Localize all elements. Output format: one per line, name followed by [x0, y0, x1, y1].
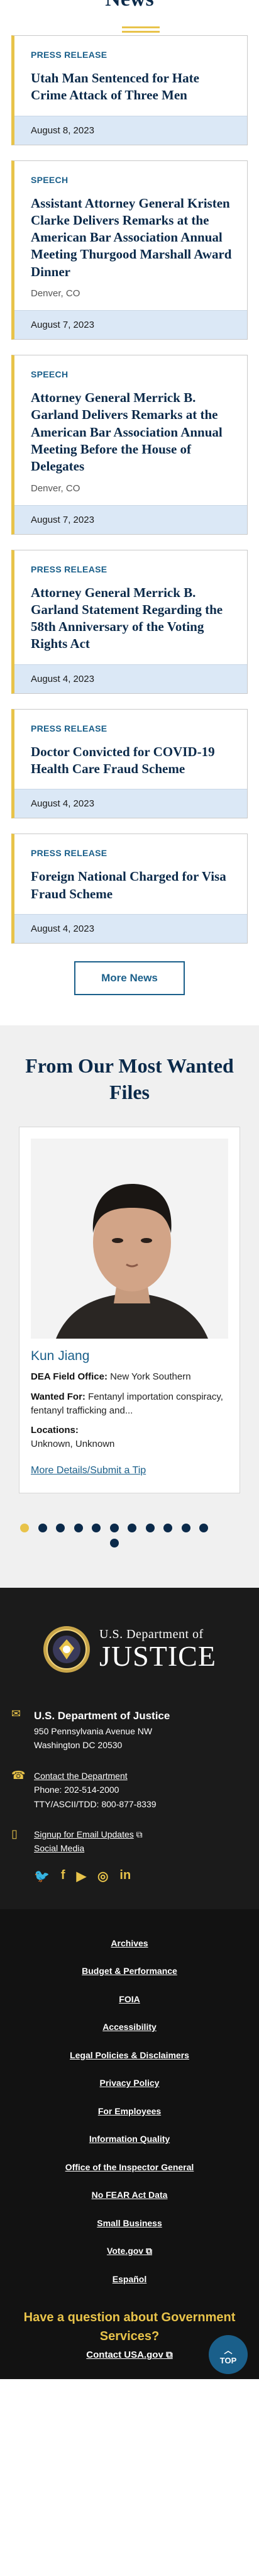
contact-department-link[interactable]: Contact the Department	[34, 1771, 128, 1781]
footer-link[interactable]: FOIA	[11, 1994, 248, 2022]
carousel-dot[interactable]	[20, 1523, 29, 1532]
news-list: PRESS RELEASE Utah Man Sentenced for Hate…	[11, 35, 248, 944]
footer-link[interactable]: Privacy Policy	[11, 2078, 248, 2106]
news-card[interactable]: PRESS RELEASE Doctor Convicted for COVID-…	[11, 708, 248, 819]
footer-link[interactable]: Accessibility	[11, 2022, 248, 2050]
footer-link[interactable]: Information Quality	[11, 2134, 248, 2162]
gold-divider	[122, 26, 160, 35]
gov-services-question: Have a question about Government Service…	[23, 2311, 236, 2344]
footer-link[interactable]: Archives	[11, 1938, 248, 1966]
chevron-up-icon: ︿	[224, 2346, 233, 2356]
news-location: Denver, CO	[31, 482, 80, 494]
news-card[interactable]: PRESS RELEASE Utah Man Sentenced for Hate…	[11, 35, 248, 145]
carousel-dot[interactable]	[199, 1523, 208, 1532]
wanted-locations: Locations: Unknown, Unknown	[31, 1425, 115, 1450]
news-date: August 4, 2023	[14, 664, 247, 693]
doj-seal-icon	[43, 1625, 91, 1673]
carousel-dot[interactable]	[109, 1523, 119, 1532]
news-card[interactable]: PRESS RELEASE Foreign National Charged fo…	[11, 834, 248, 944]
mobile-icon: ▯	[11, 1827, 18, 1841]
linkedin-icon[interactable]: in	[119, 1868, 131, 1884]
news-heading: News	[11, 0, 248, 11]
wanted-photo	[31, 1139, 228, 1339]
news-date: August 7, 2023	[14, 505, 247, 534]
news-type-label: PRESS RELEASE	[31, 723, 107, 733]
news-type-label: PRESS RELEASE	[31, 848, 107, 859]
social-media-link[interactable]: Social Media	[34, 1843, 84, 1853]
footer-links: Archives Budget & Performance FOIA Accessib…	[0, 1909, 259, 2380]
address-line-1: 950 Pennsylvania Avenue NW	[34, 1726, 153, 1737]
news-type-label: PRESS RELEASE	[31, 50, 107, 60]
footer-link[interactable]: Español	[11, 2274, 248, 2302]
phone-number: Phone: 202-514-2000	[34, 1785, 119, 1795]
back-to-top-button[interactable]: ︿ TOP	[209, 2335, 248, 2375]
instagram-icon[interactable]: ◎	[97, 1868, 108, 1884]
org-name: U.S. Department of Justice	[34, 1709, 170, 1722]
footer-link-list: Archives Budget & Performance FOIA Accessib…	[11, 1938, 248, 2302]
social-icons: 🐦 f ▶ ◎ in	[11, 1868, 248, 1884]
email-updates-link[interactable]: Signup for Email Updates	[34, 1829, 134, 1839]
youtube-icon[interactable]: ▶	[77, 1868, 86, 1884]
news-card[interactable]: PRESS RELEASE Attorney General Merrick B.…	[11, 549, 248, 694]
news-location: Denver, CO	[31, 288, 80, 299]
footer-contact: U.S. Department of JUSTICE ✉ U.S. Depart…	[0, 1587, 259, 1909]
carousel-dot[interactable]	[92, 1523, 101, 1532]
envelope-icon: ✉	[11, 1707, 21, 1720]
carousel-dot[interactable]	[109, 1538, 119, 1547]
external-link-icon: ⧉	[143, 2246, 152, 2256]
news-card[interactable]: SPEECH Attorney General Merrick B. Garlan…	[11, 355, 248, 535]
footer-link[interactable]: Legal Policies & Disclaimers	[11, 2050, 248, 2078]
news-date: August 7, 2023	[14, 310, 247, 340]
news-date: August 4, 2023	[14, 789, 247, 818]
news-header: News	[11, 0, 248, 35]
news-title-link[interactable]: Assistant Attorney General Kristen Clark…	[31, 195, 236, 281]
footer-link[interactable]: For Employees	[11, 2106, 248, 2134]
wanted-name: Kun Jiang	[31, 1349, 90, 1364]
footer-link[interactable]: Office of the Inspector General	[11, 2162, 248, 2190]
tty-number: TTY/ASCII/TDD: 800-877-8339	[34, 1798, 157, 1809]
carousel-dot[interactable]	[56, 1523, 65, 1532]
wanted-card: Kun Jiang DEA Field Office: New York Sou…	[19, 1127, 240, 1493]
news-type-label: PRESS RELEASE	[31, 564, 107, 574]
twitter-icon[interactable]: 🐦	[34, 1868, 50, 1884]
news-type-label: SPEECH	[31, 174, 69, 185]
news-title-link[interactable]: Doctor Convicted for COVID-19 Health Car…	[31, 744, 236, 778]
doj-logo[interactable]: U.S. Department of JUSTICE	[11, 1625, 248, 1673]
footer-link[interactable]: Budget & Performance	[11, 1966, 248, 1994]
carousel-dots	[11, 1493, 248, 1588]
more-details-link[interactable]: More Details/Submit a Tip	[31, 1465, 228, 1476]
footer-link[interactable]: Small Business	[11, 2218, 248, 2246]
facebook-icon[interactable]: f	[61, 1868, 65, 1884]
phone-icon: ☎	[11, 1768, 26, 1781]
address-line-2: Washington DC 20530	[34, 1740, 123, 1751]
news-date: August 4, 2023	[14, 913, 247, 943]
footer-link[interactable]: No FEAR Act Data	[11, 2190, 248, 2218]
carousel-dot[interactable]	[128, 1523, 136, 1532]
news-title-link[interactable]: Attorney General Merrick B. Garland Deli…	[31, 389, 236, 475]
news-type-label: SPEECH	[31, 369, 69, 380]
most-wanted-section: From Our Most Wanted Files Kun Jiang DEA…	[0, 1025, 259, 1588]
wanted-for: Wanted For: Fentanyl importation conspir…	[31, 1391, 223, 1416]
news-card[interactable]: SPEECH Assistant Attorney General Kristen…	[11, 160, 248, 340]
news-section: News PRESS RELEASE Utah Man Sentenced for…	[0, 0, 259, 1025]
carousel-dot[interactable]	[145, 1523, 155, 1532]
field-office: DEA Field Office: New York Southern	[31, 1371, 191, 1383]
footer-link[interactable]: Vote.gov ⧉	[11, 2246, 248, 2274]
carousel-dot[interactable]	[38, 1523, 47, 1532]
news-title-link[interactable]: Foreign National Charged for Visa Fraud …	[31, 868, 236, 903]
most-wanted-heading: From Our Most Wanted Files	[25, 1054, 234, 1103]
logo-title: JUSTICE	[99, 1640, 216, 1673]
external-link-icon: ⧉	[165, 2350, 173, 2361]
news-title-link[interactable]: Attorney General Merrick B. Garland Stat…	[31, 584, 236, 653]
more-news-button[interactable]: More News	[74, 961, 185, 995]
news-date: August 8, 2023	[14, 115, 247, 145]
news-title-link[interactable]: Utah Man Sentenced for Hate Crime Attack…	[31, 70, 236, 104]
carousel-dot[interactable]	[181, 1523, 190, 1532]
external-link-icon: ⧉	[136, 1829, 143, 1840]
carousel-dot[interactable]	[163, 1523, 172, 1532]
carousel-dot[interactable]	[74, 1523, 83, 1532]
